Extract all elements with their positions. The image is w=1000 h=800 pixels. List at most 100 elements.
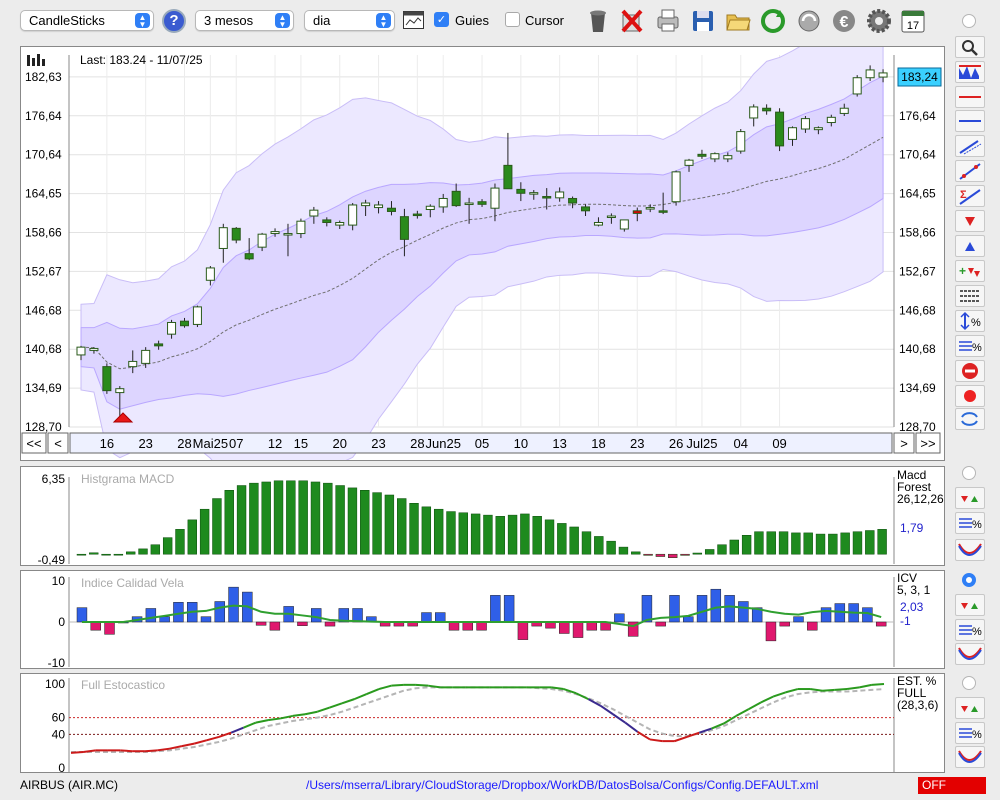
macd-bar — [175, 529, 185, 555]
stoch-signals-button[interactable] — [955, 697, 985, 719]
zoom-button[interactable] — [955, 36, 985, 58]
macd-bar — [212, 498, 222, 555]
stop-button[interactable] — [955, 360, 985, 382]
stochastic-panel-radio[interactable] — [962, 676, 976, 690]
guides-checkbox[interactable]: ✓ — [434, 12, 449, 27]
icv-bar — [641, 595, 653, 623]
icv-panel-radio[interactable] — [962, 573, 976, 587]
x-tick-label: Jul25 — [686, 436, 717, 451]
sync-button[interactable] — [796, 7, 822, 34]
help-button[interactable]: ? — [162, 9, 186, 33]
macd-bar — [150, 544, 161, 555]
record-icon — [964, 390, 976, 402]
candle-body — [632, 210, 642, 214]
swap-button[interactable] — [955, 408, 985, 430]
percent-lines-button[interactable]: % — [955, 335, 985, 357]
horizontal-line-red-button[interactable] — [955, 86, 985, 108]
stoch-wave-button[interactable] — [955, 746, 985, 768]
delete-icon — [621, 9, 643, 33]
candlestick-chart[interactable]: 128,70 128,70 134,69 134,69 140,68 140,68 146,… — [21, 47, 944, 460]
chevron-updown-icon: ▲ ▼ — [275, 13, 290, 29]
save-button[interactable] — [690, 7, 716, 34]
macd-bar — [138, 548, 148, 555]
period-select[interactable]: 3 mesos ▲ ▼ — [195, 10, 294, 31]
lines-button[interactable] — [955, 285, 985, 307]
candle-body — [179, 320, 190, 327]
icv-chart[interactable]: 100-10 Indice Calidad Vela ICV 5, 3, 1 2… — [21, 571, 944, 668]
candle-body — [581, 206, 591, 212]
candle-body — [154, 343, 164, 347]
icv-value-2: -1 — [900, 614, 911, 628]
y-tick-label-right: 164,65 — [899, 187, 936, 201]
cursor-checkbox[interactable] — [505, 12, 520, 27]
candle-body — [374, 204, 384, 209]
price-chart-panel[interactable]: 128,70 128,70 134,69 134,69 140,68 140,68 146,… — [20, 46, 945, 461]
macd-panel[interactable]: 6,35 -0,49 Histgrama MACD Macd Forest 26,… — [20, 466, 945, 566]
candle-body — [128, 360, 138, 368]
candle-body — [787, 127, 798, 140]
open-folder-button[interactable] — [725, 7, 751, 34]
nav-prev-button[interactable]: < — [47, 432, 69, 454]
trendline-button[interactable] — [955, 160, 985, 182]
euro-button[interactable]: € — [831, 7, 857, 34]
chart-window-button[interactable] — [403, 11, 424, 29]
nav-last-button[interactable]: >> — [915, 432, 941, 454]
candle-style-button[interactable] — [955, 61, 985, 83]
y-tick-label-right: 176,64 — [899, 109, 936, 123]
candle-body — [76, 346, 86, 356]
svg-text:%: % — [972, 626, 982, 638]
candle-body — [115, 388, 125, 394]
nav-next-button[interactable]: > — [893, 432, 915, 454]
arrow-down-button[interactable] — [955, 210, 985, 232]
signals-button[interactable]: + — [955, 260, 985, 282]
nav-first-button[interactable]: << — [21, 432, 47, 454]
svg-text:%: % — [972, 729, 982, 741]
chart-type-select[interactable]: CandleSticks ▲ ▼ — [20, 10, 154, 31]
icv-bar — [324, 621, 336, 627]
price-panel-radio[interactable] — [962, 14, 976, 28]
macd-bar — [803, 532, 813, 555]
record-button[interactable] — [955, 385, 985, 407]
config-path-link[interactable]: /Users/mserra/Library/CloudStorage/Dropb… — [306, 778, 818, 792]
macd-percent-button[interactable]: % — [955, 512, 985, 534]
y-tick-label-left: 182,63 — [25, 70, 62, 84]
candle-body — [244, 253, 254, 260]
print-button[interactable] — [655, 7, 681, 34]
icv-bar — [90, 621, 101, 631]
icv-wave-button[interactable] — [955, 643, 985, 665]
icv-panel[interactable]: 10 0 -10 Indice Calidad Vela ICV 5, 3, 1 2… — [20, 570, 945, 669]
macd-panel-radio[interactable] — [962, 466, 976, 480]
icv-percent-button[interactable]: % — [955, 619, 985, 641]
stochastic-panel[interactable]: 100 60 40 0 Full Estocastico EST. % FULL (2… — [20, 673, 945, 773]
delete-button[interactable] — [619, 7, 645, 34]
y-tick-label: 0 — [58, 615, 65, 629]
arrow-up-button[interactable] — [955, 235, 985, 257]
stochastic-k-segment — [378, 684, 392, 691]
fibonacci-button[interactable]: Σ — [955, 185, 985, 207]
icv-bar — [490, 595, 501, 623]
macd-chart[interactable]: 6,35-0,49 Histgrama MACD Macd Forest 26,… — [21, 467, 944, 565]
settings-button[interactable] — [866, 7, 892, 34]
percent-scale-button[interactable]: % — [955, 310, 985, 332]
stoch-wave-icon — [958, 750, 982, 763]
icv-signals-button[interactable] — [955, 594, 985, 616]
macd-wave-button[interactable] — [955, 539, 985, 561]
stoch-percent-button[interactable]: % — [955, 722, 985, 744]
stochastic-title: Full Estocastico — [81, 678, 165, 692]
macd-bar — [532, 516, 542, 555]
channel-button[interactable] — [955, 135, 985, 157]
icv-wave-icon — [958, 647, 982, 660]
macd-bar — [224, 490, 234, 555]
fibonacci-icon: Σ — [959, 189, 981, 205]
macd-signals-button[interactable] — [955, 487, 985, 509]
candle-body — [684, 159, 694, 166]
refresh-button[interactable] — [760, 7, 786, 34]
calendar-button[interactable]: 17 — [900, 7, 926, 34]
cursor-label: Cursor — [525, 13, 565, 28]
stochastic-k-segment — [612, 713, 626, 724]
interval-select[interactable]: dia ▲ ▼ — [304, 10, 395, 31]
trash-button[interactable] — [585, 7, 611, 34]
x-tick-label: 15 — [294, 436, 308, 451]
horizontal-line-blue-button[interactable] — [955, 110, 985, 132]
stochastic-chart[interactable]: 10060400 Full Estocastico EST. % FULL (2… — [21, 674, 944, 772]
